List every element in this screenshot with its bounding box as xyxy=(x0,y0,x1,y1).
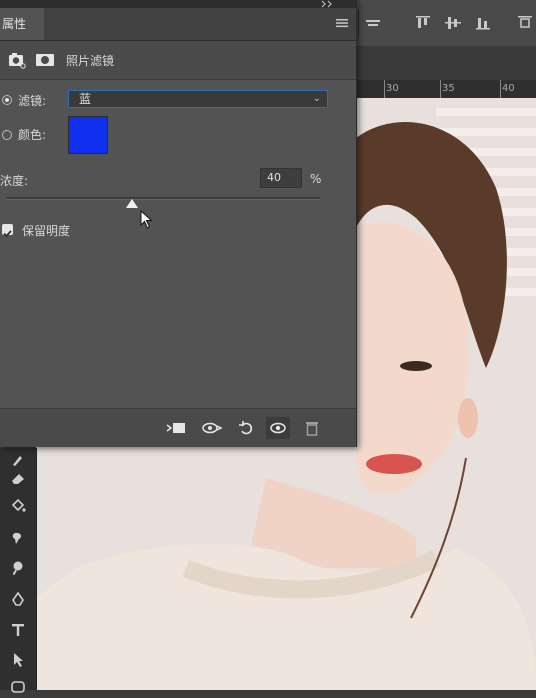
ruler-label: 40 xyxy=(502,83,515,94)
filter-label: 滤镜: xyxy=(18,94,47,108)
paint-bucket-icon[interactable] xyxy=(6,494,30,518)
adjustment-title: 照片滤镜 xyxy=(66,54,115,68)
align-bottom-icon[interactable] xyxy=(474,14,492,32)
mouse-cursor-icon xyxy=(140,210,153,229)
filter-value: 蓝 xyxy=(79,92,92,106)
density-label: 浓度: xyxy=(0,174,29,188)
density-unit: % xyxy=(310,172,322,186)
color-label: 颜色: xyxy=(18,128,47,142)
adjustment-header: 照片滤镜 xyxy=(0,41,356,80)
filter-dropdown[interactable]: 蓝 ⌄ xyxy=(68,90,328,108)
color-swatch[interactable] xyxy=(68,116,108,154)
path-selection-icon[interactable] xyxy=(6,648,30,672)
text-tool-icon[interactable] xyxy=(6,618,30,642)
reset-icon[interactable] xyxy=(234,417,258,439)
tools-panel xyxy=(0,448,37,693)
align-center-icon[interactable] xyxy=(364,14,382,32)
preserve-luminosity-checkbox[interactable] xyxy=(2,224,13,238)
options-separator xyxy=(358,10,359,36)
clip-to-layer-icon[interactable] xyxy=(164,417,188,439)
align-vertical-center-icon[interactable] xyxy=(444,14,462,32)
eraser-icon[interactable] xyxy=(6,466,30,490)
smudge-icon[interactable] xyxy=(6,526,30,550)
visibility-eye-icon[interactable] xyxy=(266,417,290,439)
align-top-icon[interactable] xyxy=(414,14,432,32)
checkmark-icon xyxy=(3,230,12,238)
panel-menu-icon[interactable] xyxy=(336,18,348,28)
dodge-icon[interactable] xyxy=(6,556,30,580)
adjustment-layer-icon[interactable] xyxy=(6,50,28,70)
options-bar xyxy=(356,0,536,47)
view-previous-state-icon[interactable] xyxy=(200,417,224,439)
ruler-label: 30 xyxy=(386,83,399,94)
horizontal-ruler: 30 35 40 xyxy=(356,80,536,99)
delete-trash-icon[interactable] xyxy=(300,417,324,439)
mask-icon[interactable] xyxy=(34,50,56,70)
density-input[interactable]: 40 xyxy=(260,168,302,188)
panel-tab-bar: 属性 xyxy=(0,8,356,41)
tab-properties[interactable]: 属性 xyxy=(0,8,44,40)
ruler-major-tick xyxy=(384,80,385,98)
ruler-label: 35 xyxy=(442,83,455,94)
panel-drag-bar[interactable] xyxy=(0,0,356,8)
preserve-luminosity-label: 保留明度 xyxy=(22,224,71,238)
density-slider-track[interactable] xyxy=(6,197,320,200)
collapse-arrows-icon[interactable] xyxy=(318,0,338,8)
panel-footer xyxy=(0,408,356,447)
shape-icon[interactable] xyxy=(6,674,30,698)
ruler-major-tick xyxy=(440,80,441,98)
ruler-major-tick xyxy=(500,80,501,98)
distribute-icon[interactable] xyxy=(516,14,534,32)
properties-panel: 属性 照片滤镜 滤镜: 蓝 ⌄ 颜色: 浓度: 40 % 保留明度 xyxy=(0,0,357,447)
density-slider-thumb[interactable] xyxy=(125,199,138,208)
pen-icon[interactable] xyxy=(6,588,30,612)
filter-radio[interactable] xyxy=(2,95,12,105)
color-radio[interactable] xyxy=(2,130,12,140)
chevron-down-icon: ⌄ xyxy=(312,93,321,104)
canvas-gap xyxy=(356,46,536,80)
